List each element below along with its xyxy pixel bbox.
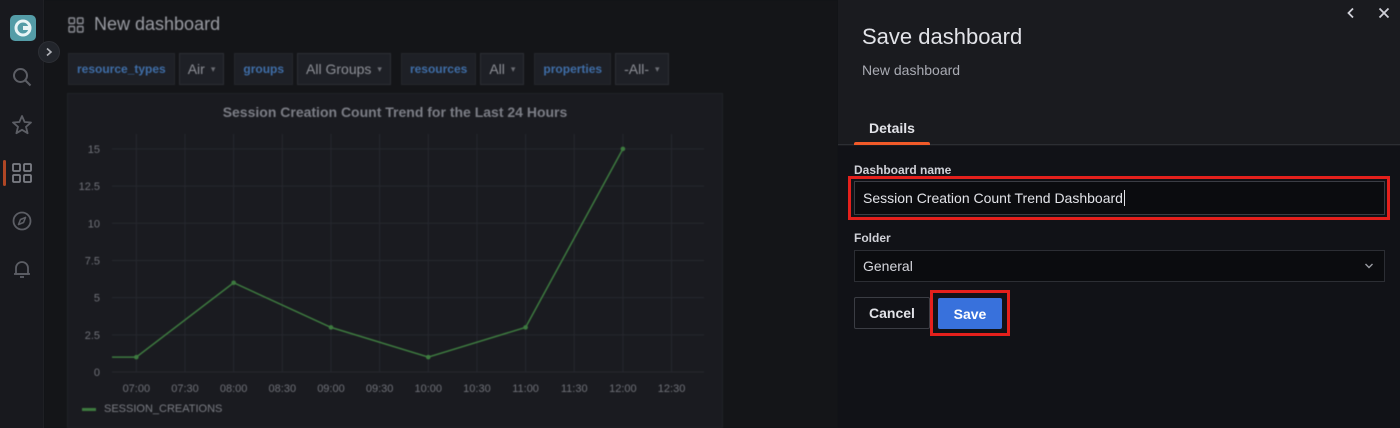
chart-legend[interactable]: SESSION_CREATIONS (82, 403, 222, 415)
save-button[interactable]: Save (938, 298, 1002, 329)
variable-value: All (489, 61, 505, 77)
folder-value: General (863, 258, 913, 274)
sidebar-active-indicator (3, 160, 6, 186)
x-tick-label: 12:00 (609, 383, 637, 394)
chevron-down-icon (1365, 263, 1373, 269)
variable-label: resource_types (68, 53, 175, 85)
variable-select[interactable]: Air ▾ (178, 53, 225, 85)
folder-label: Folder (854, 231, 891, 245)
tab-details[interactable]: Details (854, 110, 930, 145)
chevron-down-icon: ▾ (654, 63, 660, 74)
grafana-logo-icon[interactable] (10, 15, 36, 41)
dashboard-name-value: Session Creation Count Trend Dashboard (863, 190, 1123, 206)
drawer-title: Save dashboard (862, 24, 1023, 49)
chevron-down-icon: ▾ (510, 63, 516, 74)
dashboard-title: New dashboard (68, 14, 220, 35)
close-icon[interactable] (1377, 6, 1391, 20)
legend-label: SESSION_CREATIONS (104, 403, 223, 415)
y-tick-label: 5 (94, 293, 100, 305)
text-caret (1123, 190, 1125, 206)
explore-compass-icon[interactable] (11, 210, 33, 232)
folder-select[interactable]: General (854, 250, 1385, 282)
variable-groups: groups All Groups ▾ (234, 53, 391, 85)
save-dashboard-drawer: Save dashboard New dashboard Details Das… (838, 0, 1400, 428)
variable-label: properties (534, 53, 612, 85)
sidebar (0, 0, 44, 428)
variable-value: -All- (624, 61, 649, 77)
variable-properties: properties -All- ▾ (534, 53, 669, 85)
dashboard-area: New dashboard resource_types Air ▾ groups… (44, 0, 838, 428)
y-tick-label: 2.5 (85, 330, 100, 342)
star-icon[interactable] (11, 114, 33, 136)
y-tick-label: 10 (88, 218, 100, 230)
y-tick-label: 12.5 (79, 181, 100, 193)
x-tick-label: 07:00 (123, 383, 151, 394)
variable-label: groups (234, 53, 294, 85)
data-point (231, 280, 236, 286)
x-tick-label: 07:30 (171, 383, 199, 394)
dashboard-grid-icon (68, 16, 84, 33)
alerting-bell-icon[interactable] (11, 258, 33, 280)
x-tick-label: 08:00 (220, 383, 248, 394)
dashboards-grid-icon[interactable] (11, 162, 33, 184)
legend-swatch (82, 407, 96, 411)
data-point (134, 354, 139, 360)
chevron-down-icon: ▾ (210, 63, 216, 74)
x-tick-label: 08:30 (269, 383, 297, 394)
variable-select[interactable]: -All- ▾ (615, 53, 669, 85)
y-tick-label: 7.5 (85, 255, 100, 267)
collapse-chevron-left-icon[interactable] (1344, 6, 1358, 20)
variable-resource-types: resource_types Air ▾ (68, 53, 225, 85)
drawer-body: Dashboard name Session Creation Count Tr… (838, 146, 1400, 428)
x-tick-label: 11:00 (512, 383, 539, 394)
variable-value: All Groups (306, 61, 372, 77)
chevron-down-icon: ▾ (377, 63, 382, 74)
dashboard-title-text: New dashboard (94, 14, 221, 34)
y-tick-label: 15 (88, 144, 100, 156)
drawer-header: Save dashboard New dashboard Details (838, 0, 1400, 145)
tab-active-underline (854, 142, 930, 145)
chevron-right-icon (46, 47, 53, 57)
series-line (112, 148, 624, 358)
drawer-subtitle: New dashboard (862, 62, 961, 78)
search-icon[interactable] (11, 66, 33, 88)
y-tick-label: 0 (94, 367, 100, 379)
data-point (425, 354, 431, 360)
dashboard-name-input[interactable]: Session Creation Count Trend Dashboard (854, 181, 1385, 215)
x-tick-label: 10:00 (415, 383, 443, 394)
x-tick-label: 12:30 (658, 383, 686, 394)
variable-select[interactable]: All ▾ (480, 53, 525, 85)
variable-select[interactable]: All Groups ▾ (297, 53, 391, 85)
dashboard-name-label: Dashboard name (854, 163, 952, 177)
variable-value: Air (187, 61, 205, 77)
line-chart: 0 2.5 5 7.5 10 12.5 15 07:00 07:30 08:00 08:30 09:0… (79, 134, 704, 394)
x-tick-label: 11:30 (561, 383, 588, 394)
x-tick-label: 09:00 (317, 383, 345, 394)
data-point (328, 325, 334, 330)
variables-bar: resource_types Air ▾ groups All Groups ▾ r… (68, 53, 669, 85)
x-tick-label: 09:30 (366, 383, 394, 394)
data-point (523, 325, 528, 330)
tab-label: Details (869, 120, 915, 136)
sidebar-expand-button[interactable] (38, 41, 60, 63)
chart-panel[interactable]: Session Creation Count Trend for the Las… (67, 93, 723, 428)
variable-resources: resources All ▾ (400, 53, 525, 85)
cancel-button[interactable]: Cancel (854, 297, 930, 329)
x-tick-label: 10:30 (463, 383, 491, 394)
data-point (620, 146, 626, 152)
variable-label: resources (400, 53, 477, 85)
